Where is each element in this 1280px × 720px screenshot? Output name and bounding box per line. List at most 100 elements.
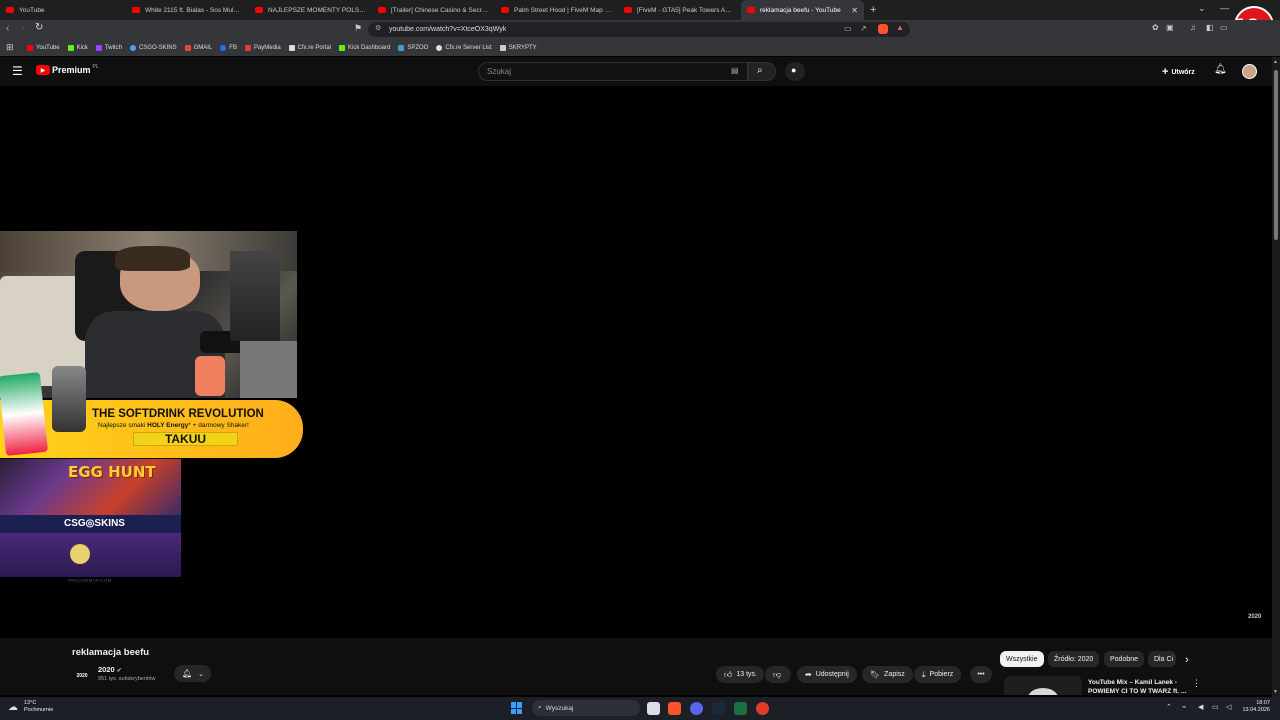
steam-icon[interactable] (712, 702, 725, 715)
logo-text: Premium (52, 65, 91, 75)
battery-icon[interactable]: ▭ (1212, 703, 1219, 711)
share-icon[interactable]: ↗ (860, 24, 867, 33)
bookmark-item[interactable]: Twitch (95, 44, 122, 51)
browser-tab[interactable]: YouTube (0, 0, 126, 20)
forward-arrow-icon[interactable]: › (21, 23, 24, 34)
share-arrow-icon: ➦ (805, 670, 812, 679)
channel-avatar[interactable]: 2020 (72, 666, 92, 686)
scroll-down-icon[interactable]: ▼ (1273, 689, 1278, 695)
browser-tab-active[interactable]: reklamacja beefu - YouTube ✕ (741, 0, 864, 20)
recommended-thumbnail[interactable] (1004, 676, 1082, 695)
bookmark-item[interactable]: CSGO-SKINS (129, 44, 177, 51)
search-button[interactable]: ⌕ (748, 62, 776, 81)
address-bar[interactable]: ⚙ youtube.com/watch?v=XtceOX3qWyk ▭ ↗ ▲ (368, 22, 910, 37)
windows-start-icon[interactable] (511, 702, 523, 714)
minimize-icon[interactable]: — (1220, 3, 1229, 13)
scroll-up-icon[interactable]: ▲ (1273, 59, 1278, 65)
bookmark-item[interactable]: SKRYPTY (499, 44, 537, 51)
youtube-play-icon: ▶ (36, 65, 50, 75)
sidebar-icon[interactable]: ◧ (1206, 23, 1214, 32)
bookmark-item[interactable]: PayMedia (244, 44, 281, 51)
browser-tab[interactable]: White 2115 ft. Bialas - Sos Mula [pro (126, 0, 249, 20)
back-arrow-icon[interactable]: ‹ (6, 23, 9, 34)
brave-rewards-icon[interactable]: ▲ (896, 23, 904, 32)
media-icon[interactable]: ♫ (1190, 23, 1196, 32)
scrollbar-thumb[interactable] (1274, 70, 1278, 240)
bookmark-item[interactable]: Kick Dashboard (339, 44, 390, 51)
tab-title: YouTube (19, 6, 45, 14)
taskbar-search[interactable]: ⌕ Wyszukaj (532, 700, 640, 716)
bookmark-item[interactable]: Kick (67, 44, 88, 51)
recommended-title[interactable]: YouTube Mix – Kamil Lanek - POWIEMY CI T… (1088, 678, 1186, 696)
bookmark-icon[interactable]: ⚑ (354, 23, 362, 34)
clock[interactable]: 18:07 13.04.2026 (1238, 700, 1270, 714)
file-explorer-icon[interactable] (647, 702, 660, 715)
bookmark-item[interactable]: Cfx.re Server List (436, 44, 492, 51)
brave-shields-icon[interactable] (878, 24, 888, 34)
new-tab-icon[interactable]: + (870, 4, 876, 16)
bookmark-item[interactable]: GMAIL (184, 44, 212, 51)
excel-icon[interactable] (734, 702, 747, 715)
channel-name[interactable]: 2020 ✔ (98, 665, 122, 674)
avatar[interactable] (1242, 64, 1257, 79)
browser-tab[interactable]: NAJLEPSZE MOMENTY POLSKIEGO T (249, 0, 372, 20)
tray-chevron-icon[interactable]: ⌃ (1166, 703, 1172, 711)
youtube-favicon-icon (747, 7, 755, 13)
wallet-icon[interactable]: ▣ (1166, 23, 1174, 32)
weather-desc: Pochmurnie (24, 707, 54, 713)
window-icon[interactable]: ▭ (1220, 23, 1228, 32)
install-app-icon[interactable]: ▭ (844, 24, 852, 33)
chip-for-you[interactable]: Dla Ci (1148, 651, 1176, 667)
character-art (0, 533, 181, 577)
chip-source[interactable]: Źródło: 2020 (1048, 651, 1100, 667)
voice-search-button[interactable]: ● (785, 62, 805, 81)
youtube-logo[interactable]: ▶ Premium PL (36, 64, 99, 75)
bookmark-item[interactable]: SPZOO (398, 44, 428, 51)
youtube-favicon-icon (378, 7, 386, 13)
kebab-menu-icon[interactable]: ⋮ (1192, 678, 1201, 689)
save-button[interactable]: 🔖︎ Zapisz (862, 666, 913, 683)
dislike-button[interactable]: 👎︎ (765, 666, 791, 683)
app-icon[interactable] (756, 702, 769, 715)
hamburger-menu-icon[interactable]: ☰ (12, 64, 23, 78)
spzoo-icon (398, 44, 405, 51)
more-actions-button[interactable]: ••• (970, 666, 992, 683)
tab-title: White 2115 ft. Bialas - Sos Mula [pro (145, 6, 243, 14)
create-button[interactable]: + Utwórz (1162, 66, 1195, 78)
channel-watermark[interactable]: 2020 (1248, 614, 1261, 620)
weather-widget[interactable]: 13°C Pochmurnie (24, 700, 53, 714)
brave-browser-icon[interactable] (668, 702, 681, 715)
chevron-right-icon[interactable]: › (1185, 654, 1189, 666)
bookmark-item[interactable]: FB (220, 44, 237, 51)
keyboard-icon[interactable]: ▤ (731, 66, 739, 75)
network-icon[interactable]: ⌁ (1182, 703, 1186, 711)
browser-tab-strip: YouTube White 2115 ft. Bialas - Sos Mula… (0, 0, 1280, 20)
more-horizontal-icon: ••• (977, 671, 985, 678)
browser-tab[interactable]: Palm Street Hood | FiveM Map - You (495, 0, 618, 20)
site-info-icon[interactable]: ⚙ (375, 24, 381, 32)
url-text: youtube.com/watch?v=XtceOX3qWyk (389, 26, 507, 33)
youtube-favicon-icon (255, 7, 263, 13)
volume-icon[interactable]: ◀ (1198, 703, 1203, 711)
apps-grid-icon[interactable]: ⊞ (6, 42, 14, 53)
browser-tab[interactable]: [Trailer] Chinese Casino & Secret Tria (372, 0, 495, 20)
download-button[interactable]: ⤓ Pobierz (914, 666, 962, 683)
create-label: Utwórz (1171, 68, 1195, 76)
subscribed-button[interactable]: 🔔︎ ⌄ (174, 665, 211, 682)
speaker-icon[interactable]: ◁ (1226, 703, 1231, 711)
chip-all[interactable]: Wszystkie (1000, 651, 1044, 667)
like-button[interactable]: 👍︎ 13 tys. (716, 666, 764, 683)
tab-title: NAJLEPSZE MOMENTY POLSKIEGO T (268, 6, 366, 14)
browser-tab[interactable]: [FiveM - GTA5] Peak Towers Apartme (618, 0, 741, 20)
bookmark-item[interactable]: YouTube (27, 44, 60, 51)
close-tab-icon[interactable]: ✕ (851, 6, 858, 15)
share-button[interactable]: ➦ Udostępnij (797, 666, 857, 683)
extensions-icon[interactable]: ✿ (1152, 23, 1159, 32)
chip-related[interactable]: Podobne (1104, 651, 1145, 667)
discord-icon[interactable] (690, 702, 703, 715)
tab-search-chevron-icon[interactable]: ⌄ (1198, 3, 1206, 14)
reload-icon[interactable]: ↻ (35, 22, 43, 33)
bookmark-item[interactable]: Cfx.re Portal (288, 44, 331, 51)
search-input[interactable]: Szukaj ▤ (478, 62, 748, 81)
notifications-bell-icon[interactable]: 🔔︎ (1214, 64, 1227, 75)
